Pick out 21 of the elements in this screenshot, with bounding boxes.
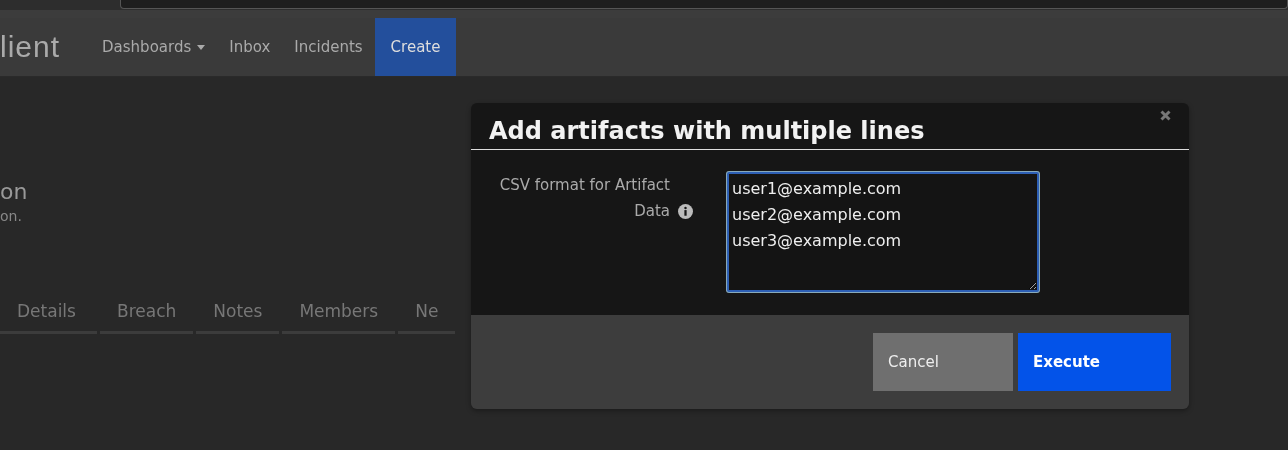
close-icon[interactable]	[1160, 110, 1171, 121]
tab[interactable]: Notes	[196, 295, 280, 334]
tab[interactable]: Members	[282, 295, 396, 334]
page-subtitle: on.	[0, 207, 22, 225]
nav-item[interactable]: Dashboards	[90, 18, 218, 76]
execute-button[interactable]: Execute	[1018, 333, 1171, 391]
dialog-title: Add artifacts with multiple lines	[489, 117, 925, 145]
info-icon[interactable]	[678, 204, 693, 219]
csv-input-field[interactable]: user1@example.com user2@example.com user3@example.com	[727, 172, 1039, 292]
page-title: on	[0, 179, 28, 205]
cancel-button[interactable]: Cancel	[873, 333, 1013, 391]
tab[interactable]: Details	[0, 295, 97, 334]
nav-item[interactable]: Inbox	[217, 18, 283, 76]
tab[interactable]: Ne	[398, 295, 456, 334]
caret-icon	[197, 44, 206, 50]
field-label: CSV format for Artifact Data	[498, 175, 670, 222]
logo: lient	[0, 30, 61, 64]
tab[interactable]: Breach	[100, 295, 194, 334]
address-bar[interactable]	[120, 0, 1288, 9]
nav-item[interactable]: Create	[374, 18, 457, 76]
nav-item[interactable]: Incidents	[282, 18, 375, 76]
